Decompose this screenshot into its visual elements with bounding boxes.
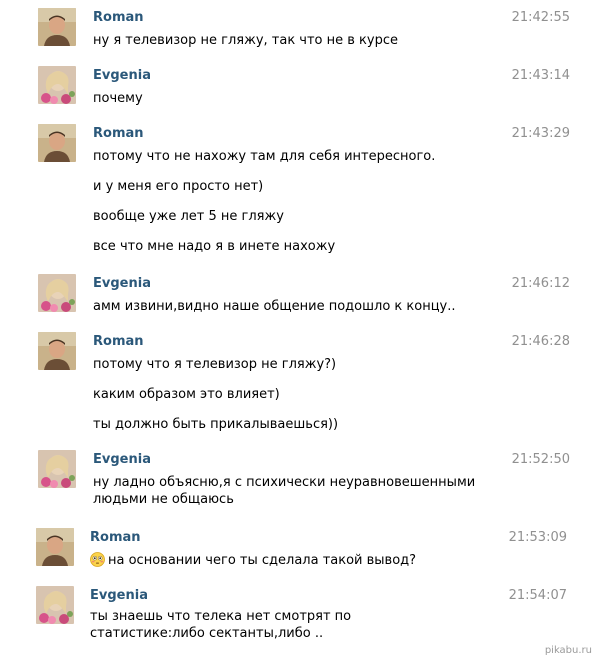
message-text: вообще уже лет 5 не гляжу — [93, 209, 284, 224]
timestamp: 21:46:28 — [511, 334, 570, 349]
avatar-evgenia[interactable] — [36, 586, 74, 624]
avatar-roman[interactable] — [36, 528, 74, 566]
timestamp: 21:53:09 — [508, 530, 567, 545]
timestamp: 21:46:12 — [511, 276, 570, 291]
author-name[interactable]: Evgenia — [93, 452, 151, 467]
author-name[interactable]: Evgenia — [90, 588, 148, 603]
message-text: потому что я телевизор не гляжу?) — [93, 357, 337, 372]
author-name[interactable]: Roman — [93, 126, 144, 141]
message-text: ну ладно объясню,я с психически неуравно… — [93, 475, 476, 507]
message-text: все что мне надо я в инете нахожу — [93, 239, 336, 254]
message-text: ты знаешь что телека нет смотрят по стат… — [90, 609, 352, 641]
message-text: и у меня его просто нет) — [93, 179, 264, 194]
timestamp: 21:43:29 — [511, 126, 570, 141]
avatar-roman[interactable] — [38, 124, 76, 162]
message-text: амм извини,видно наше общение подошло к … — [93, 299, 456, 314]
avatar-roman[interactable] — [38, 8, 76, 46]
author-name[interactable]: Roman — [90, 530, 141, 545]
author-name[interactable]: Roman — [93, 334, 144, 349]
timestamp: 21:52:50 — [511, 452, 570, 467]
author-name[interactable]: Evgenia — [93, 276, 151, 291]
avatar-roman[interactable] — [38, 332, 76, 370]
author-name[interactable]: Evgenia — [93, 68, 151, 83]
message-text: на основании чего ты сделала такой вывод… — [108, 553, 417, 568]
timestamp: 21:43:14 — [511, 68, 570, 83]
flushed-face-icon — [90, 552, 105, 567]
timestamp: 21:54:07 — [508, 588, 567, 603]
message-text: ты должно быть прикалываешься)) — [93, 417, 339, 432]
message-text: почему — [93, 91, 143, 106]
message-text: на основании чего ты сделала такой вывод… — [90, 552, 510, 569]
author-name[interactable]: Roman — [93, 10, 144, 25]
message-text: каким образом это влияет) — [93, 387, 280, 402]
avatar-evgenia[interactable] — [38, 274, 76, 312]
avatar-evgenia[interactable] — [38, 66, 76, 104]
watermark: pikabu.ru — [544, 645, 592, 656]
avatar-evgenia[interactable] — [38, 450, 76, 488]
timestamp: 21:42:55 — [511, 10, 570, 25]
message-text: потому что не нахожу там для себя интере… — [93, 149, 436, 164]
message-text: ну я телевизор не гляжу, так что не в ку… — [93, 33, 399, 48]
chat-history: Roman 21:42:55 ну я телевизор не гляжу, … — [0, 0, 600, 664]
